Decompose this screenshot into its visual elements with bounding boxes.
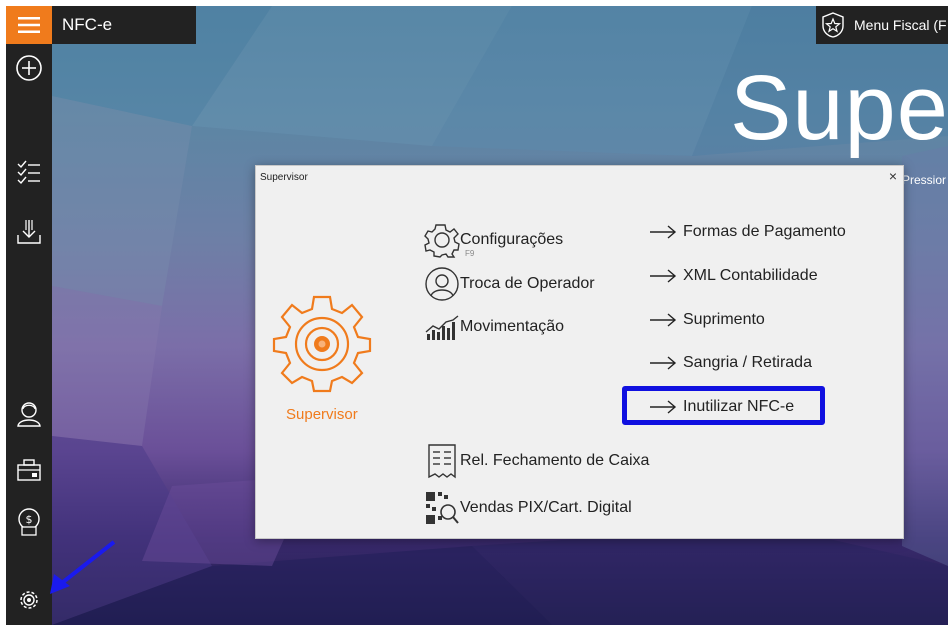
arrow-right-icon [650, 313, 677, 327]
rel-fechamento-button[interactable]: Rel. Fechamento de Caixa [424, 442, 649, 480]
suprimento-button[interactable]: Suprimento [649, 311, 765, 329]
gear-icon [424, 224, 460, 258]
rel-fechamento-label: Rel. Fechamento de Caixa [460, 452, 650, 469]
arrow-right-icon [650, 400, 677, 414]
screen: $ NFC-e Menu Fiscal (F Super Pressior Su… [0, 0, 948, 628]
vendas-pix-button[interactable]: Vendas PIX/Cart. Digital [424, 490, 632, 526]
sangria-retirada-label: Sangria / Retirada [683, 354, 812, 371]
download-icon[interactable] [6, 212, 52, 252]
qr-search-icon [426, 492, 459, 524]
supervisor-label: Supervisor [286, 406, 358, 423]
money-icon[interactable]: $ [6, 502, 52, 542]
hero-title: Super [730, 57, 948, 159]
suprimento-label: Suprimento [683, 311, 765, 328]
troca-de-operador-label: Troca de Operador [460, 275, 595, 292]
close-button[interactable]: × [889, 168, 897, 184]
receipt-icon [428, 444, 456, 479]
annotation-arrow-icon [50, 540, 116, 594]
add-icon[interactable] [6, 48, 52, 88]
user-icon [425, 267, 459, 301]
movimentacao-button[interactable]: Movimentação [424, 312, 564, 342]
movimentacao-label: Movimentação [460, 318, 565, 335]
operator-icon[interactable] [6, 394, 52, 434]
inutilizar-nfce-label: Inutilizar NFC-e [683, 398, 795, 415]
dialog-title: Supervisor [260, 172, 308, 183]
sangria-retirada-button[interactable]: Sangria / Retirada [649, 354, 812, 372]
xml-contabilidade-button[interactable]: XML Contabilidade [649, 267, 818, 285]
shortcut-hint: F9 [465, 249, 475, 258]
formas-de-pagamento-label: Formas de Pagamento [683, 223, 846, 240]
xml-contabilidade-label: XML Contabilidade [683, 267, 818, 284]
hint-text: Pressior [902, 173, 947, 187]
formas-de-pagamento-button[interactable]: Formas de Pagamento [649, 223, 846, 241]
svg-text:$: $ [26, 513, 33, 526]
app-title-bar: NFC-e [52, 6, 196, 44]
supervisor-gear-icon [272, 295, 372, 393]
vendas-pix-label: Vendas PIX/Cart. Digital [460, 499, 632, 516]
arrow-right-icon [650, 269, 677, 283]
menu-fiscal-label: Menu Fiscal (F [854, 17, 947, 33]
configuracoes-label: Configurações [460, 231, 564, 248]
chart-icon [425, 315, 459, 340]
menu-icon[interactable] [6, 6, 52, 44]
troca-de-operador-button[interactable]: Troca de Operador [424, 266, 595, 302]
configuracoes-button[interactable]: Configurações [424, 222, 563, 258]
app-title: NFC-e [62, 15, 113, 34]
inutilizar-nfce-button[interactable]: Inutilizar NFC-e [649, 398, 794, 416]
menu-fiscal-button[interactable]: Menu Fiscal (F [816, 6, 948, 44]
arrow-right-icon [650, 356, 677, 370]
cash-register-icon[interactable] [6, 450, 52, 490]
badge-star-icon [822, 12, 844, 38]
checklist-icon[interactable] [6, 152, 52, 192]
arrow-right-icon [650, 225, 677, 239]
supervisor-dialog: Supervisor × Supervisor Configurações F9 [255, 165, 904, 539]
